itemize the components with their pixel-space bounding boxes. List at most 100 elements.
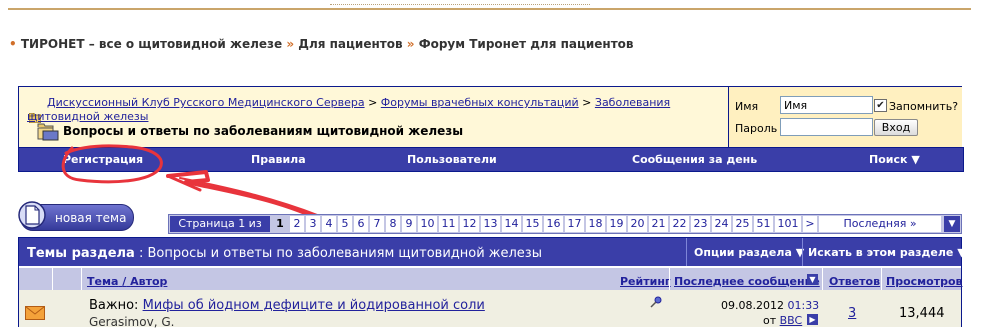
breadcrumb-separator: » — [286, 37, 295, 51]
page-link[interactable]: 18 — [586, 216, 605, 232]
search-forum-label: Искать в этом разделе — [808, 246, 954, 259]
new-document-icon — [18, 201, 46, 229]
page-link[interactable]: 8 — [386, 216, 400, 232]
page-link[interactable]: 23 — [691, 216, 710, 232]
login-button[interactable]: Вход — [874, 119, 918, 136]
username-field[interactable] — [780, 96, 873, 114]
last-post-user-link[interactable]: BBC — [780, 314, 803, 327]
header-divider — [686, 238, 687, 266]
page-link[interactable]: 16 — [544, 216, 563, 232]
sort-by-topic[interactable]: Тема — [87, 275, 118, 288]
path-separator: > — [582, 96, 592, 109]
nav-register[interactable]: Регистрация — [63, 153, 143, 166]
page-link[interactable]: 101 — [775, 216, 801, 232]
nav-todays-posts[interactable]: Сообщения за день — [632, 153, 757, 166]
path-separator: > — [368, 96, 378, 109]
page-link[interactable]: 4 — [322, 216, 336, 232]
page-link[interactable]: 21 — [649, 216, 668, 232]
thread-title: Важно: Мифы об йодном дефиците и йодиров… — [89, 298, 485, 313]
pin-icon — [650, 296, 662, 308]
page-link[interactable]: 5 — [338, 216, 352, 232]
pagination-menu-icon[interactable]: ▼ — [944, 216, 960, 232]
sort-by-author[interactable]: Автор — [130, 275, 167, 288]
thread-author[interactable]: Gerasimov, G. — [89, 315, 174, 329]
password-field[interactable] — [780, 118, 873, 136]
last-post-by: от BBC — [763, 314, 802, 327]
forum-header-box: Дискуссионный Клуб Русского Медицинского… — [18, 86, 962, 148]
remember-checkbox[interactable]: ✔ — [874, 99, 887, 112]
page-link[interactable]: 24 — [712, 216, 731, 232]
sort-by-last-post[interactable]: Последнее сообщение — [674, 275, 820, 288]
breadcrumb: • ТИРОНЕТ – все о щитовидной железе » Дл… — [9, 37, 634, 51]
forum-path: Дискуссионный Клуб Русского Медицинского… — [47, 96, 670, 109]
chevron-down-icon: ▼ — [911, 153, 920, 166]
last-post-by-prefix: от — [763, 314, 777, 327]
thread-list-header: Темы раздела : Вопросы и ответы по забол… — [19, 238, 966, 266]
page-next[interactable]: > — [803, 216, 817, 232]
password-label: Пароль — [735, 122, 778, 135]
page-link[interactable]: 11 — [439, 216, 458, 232]
page-last[interactable]: Последняя » — [819, 216, 941, 232]
login-panel: Имя ✔ Запомнить? Пароль Вход — [728, 87, 962, 147]
bullet-icon: • — [9, 37, 17, 51]
page-link[interactable]: 2 — [290, 216, 304, 232]
col-topic-author: Тема / Автор — [87, 275, 167, 288]
page-link[interactable]: 15 — [523, 216, 542, 232]
breadcrumb-item-forum: Форум Тиронет для пациентов — [418, 37, 634, 51]
go-to-last-post-icon[interactable]: ▶ — [807, 314, 818, 325]
nav-search[interactable]: Поиск ▼ — [869, 153, 920, 166]
sort-desc-icon[interactable]: ▼ — [807, 274, 818, 285]
thread-prefix: Важно: — [89, 298, 139, 313]
page-link[interactable]: 10 — [418, 216, 437, 232]
username-label: Имя — [735, 100, 759, 113]
path-link-thyroid-line2[interactable]: щитовидной железы — [27, 110, 148, 123]
page-link[interactable]: 14 — [502, 216, 521, 232]
page-link[interactable]: 9 — [402, 216, 416, 232]
column-headers: Тема / Автор Рейтинг Последнее сообщение… — [19, 268, 962, 290]
breadcrumb-item-tironet[interactable]: ТИРОНЕТ – все о щитовидной железе — [21, 37, 282, 51]
page-link[interactable]: 6 — [354, 216, 368, 232]
table-row[interactable]: Важно: Мифы об йодном дефиците и йодиров… — [19, 290, 961, 329]
sort-by-views[interactable]: Просмотров — [886, 275, 962, 288]
page-link[interactable]: 20 — [628, 216, 647, 232]
top-divider — [8, 8, 971, 10]
top-edge-fragment — [330, 0, 590, 5]
nav-members[interactable]: Пользователи — [407, 153, 497, 166]
page-link[interactable]: 12 — [460, 216, 479, 232]
forum-path-cont: щитовидной железы — [27, 110, 148, 123]
thread-title-link[interactable]: Мифы об йодном дефиците и йодированной с… — [143, 298, 485, 313]
forum-options-label: Опции раздела — [694, 246, 792, 259]
last-post-time: 01:33 — [787, 299, 820, 312]
breadcrumb-item-patients[interactable]: Для пациентов — [298, 37, 402, 51]
page-link[interactable]: 25 — [733, 216, 752, 232]
page-link[interactable]: 13 — [481, 216, 500, 232]
section-title-label: Темы раздела — [27, 246, 135, 261]
page-link[interactable]: 17 — [565, 216, 584, 232]
views-count: 13,444 — [899, 306, 945, 321]
chevron-down-icon: ▼ — [957, 246, 966, 259]
page-link[interactable]: 51 — [754, 216, 773, 232]
nav-rules[interactable]: Правила — [251, 153, 306, 166]
section-title: Темы раздела : Вопросы и ответы по забол… — [27, 246, 542, 261]
search-forum-menu[interactable]: Искать в этом разделе ▼ — [808, 246, 966, 259]
replies-count[interactable]: 3 — [848, 306, 856, 321]
page-link[interactable]: 19 — [607, 216, 626, 232]
sort-by-replies[interactable]: Ответов — [829, 275, 880, 288]
forum-options-menu[interactable]: Опции раздела ▼ — [694, 246, 804, 259]
nav-search-label: Поиск — [869, 153, 908, 166]
page-link[interactable]: 22 — [670, 216, 689, 232]
page-link[interactable]: 7 — [370, 216, 384, 232]
path-link-thyroid-line1[interactable]: Заболевания — [595, 96, 670, 109]
remember-label: Запомнить? — [889, 100, 959, 113]
path-link-club[interactable]: Дискуссионный Клуб Русского Медицинского… — [47, 96, 365, 109]
last-post-datetime: 09.08.2012 01:33 — [721, 299, 819, 312]
sort-by-rating[interactable]: Рейтинг — [620, 275, 671, 288]
new-topic-label: новая тема — [55, 211, 127, 225]
navbar: Регистрация Правила Пользователи Сообщен… — [18, 147, 964, 172]
page-link[interactable]: 3 — [306, 216, 320, 232]
page-title: Вопросы и ответы по заболеваниям щитовид… — [63, 124, 464, 138]
path-link-consultations[interactable]: Форумы врачебных консультаций — [381, 96, 579, 109]
page-current: 1 — [272, 216, 288, 232]
header-divider — [802, 238, 803, 266]
breadcrumb-separator: » — [406, 37, 415, 51]
